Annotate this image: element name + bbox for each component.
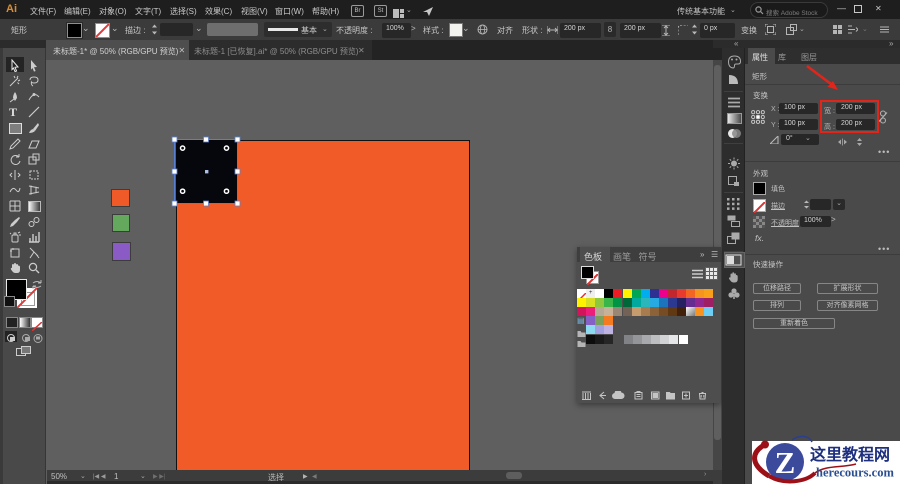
svg-text:Z: Z <box>775 445 796 480</box>
svg-text:herecours.com: herecours.com <box>816 466 894 480</box>
svg-text:这里教程网: 这里教程网 <box>810 445 890 464</box>
